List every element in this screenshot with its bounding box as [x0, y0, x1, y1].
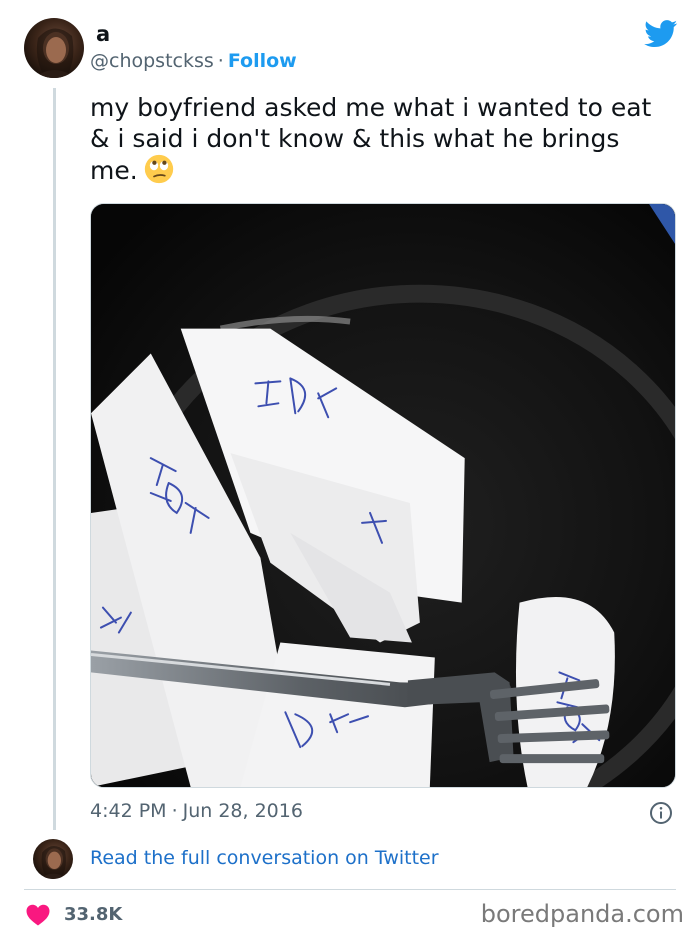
- author-handle[interactable]: @chopstckss: [90, 50, 214, 72]
- read-conversation-link[interactable]: Read the full conversation on Twitter: [90, 847, 439, 869]
- tweet-date: Jun 28, 2016: [182, 800, 303, 822]
- tweet-timestamp[interactable]: 4:42 PM · Jun 28, 2016: [90, 800, 303, 822]
- separator-dot: ·: [217, 50, 224, 72]
- author-name[interactable]: a: [96, 22, 110, 46]
- twitter-bird-icon[interactable]: [644, 20, 678, 48]
- watermark: boredpanda.com: [480, 900, 684, 928]
- divider: [24, 889, 676, 890]
- tweet-time: 4:42 PM: [90, 800, 167, 822]
- separator-dot: ·: [171, 800, 178, 822]
- tweet-body: my boyfriend asked me what i wanted to e…: [90, 93, 652, 185]
- handle-row: @chopstckss · Follow: [90, 50, 297, 72]
- like-count[interactable]: 33.8K: [64, 904, 122, 925]
- tweet-photo[interactable]: [90, 203, 676, 788]
- tweet-text: my boyfriend asked me what i wanted to e…: [90, 92, 680, 186]
- reply-avatar[interactable]: [33, 839, 73, 879]
- author-avatar[interactable]: [24, 18, 84, 78]
- eye-roll-emoji-icon: [144, 154, 173, 184]
- info-icon[interactable]: [649, 801, 673, 825]
- heart-icon[interactable]: [26, 904, 50, 926]
- thread-line: [53, 88, 56, 830]
- embedded-tweet-card: a @chopstckss · Follow my boyfriend asked …: [0, 0, 700, 942]
- follow-button[interactable]: Follow: [228, 50, 297, 72]
